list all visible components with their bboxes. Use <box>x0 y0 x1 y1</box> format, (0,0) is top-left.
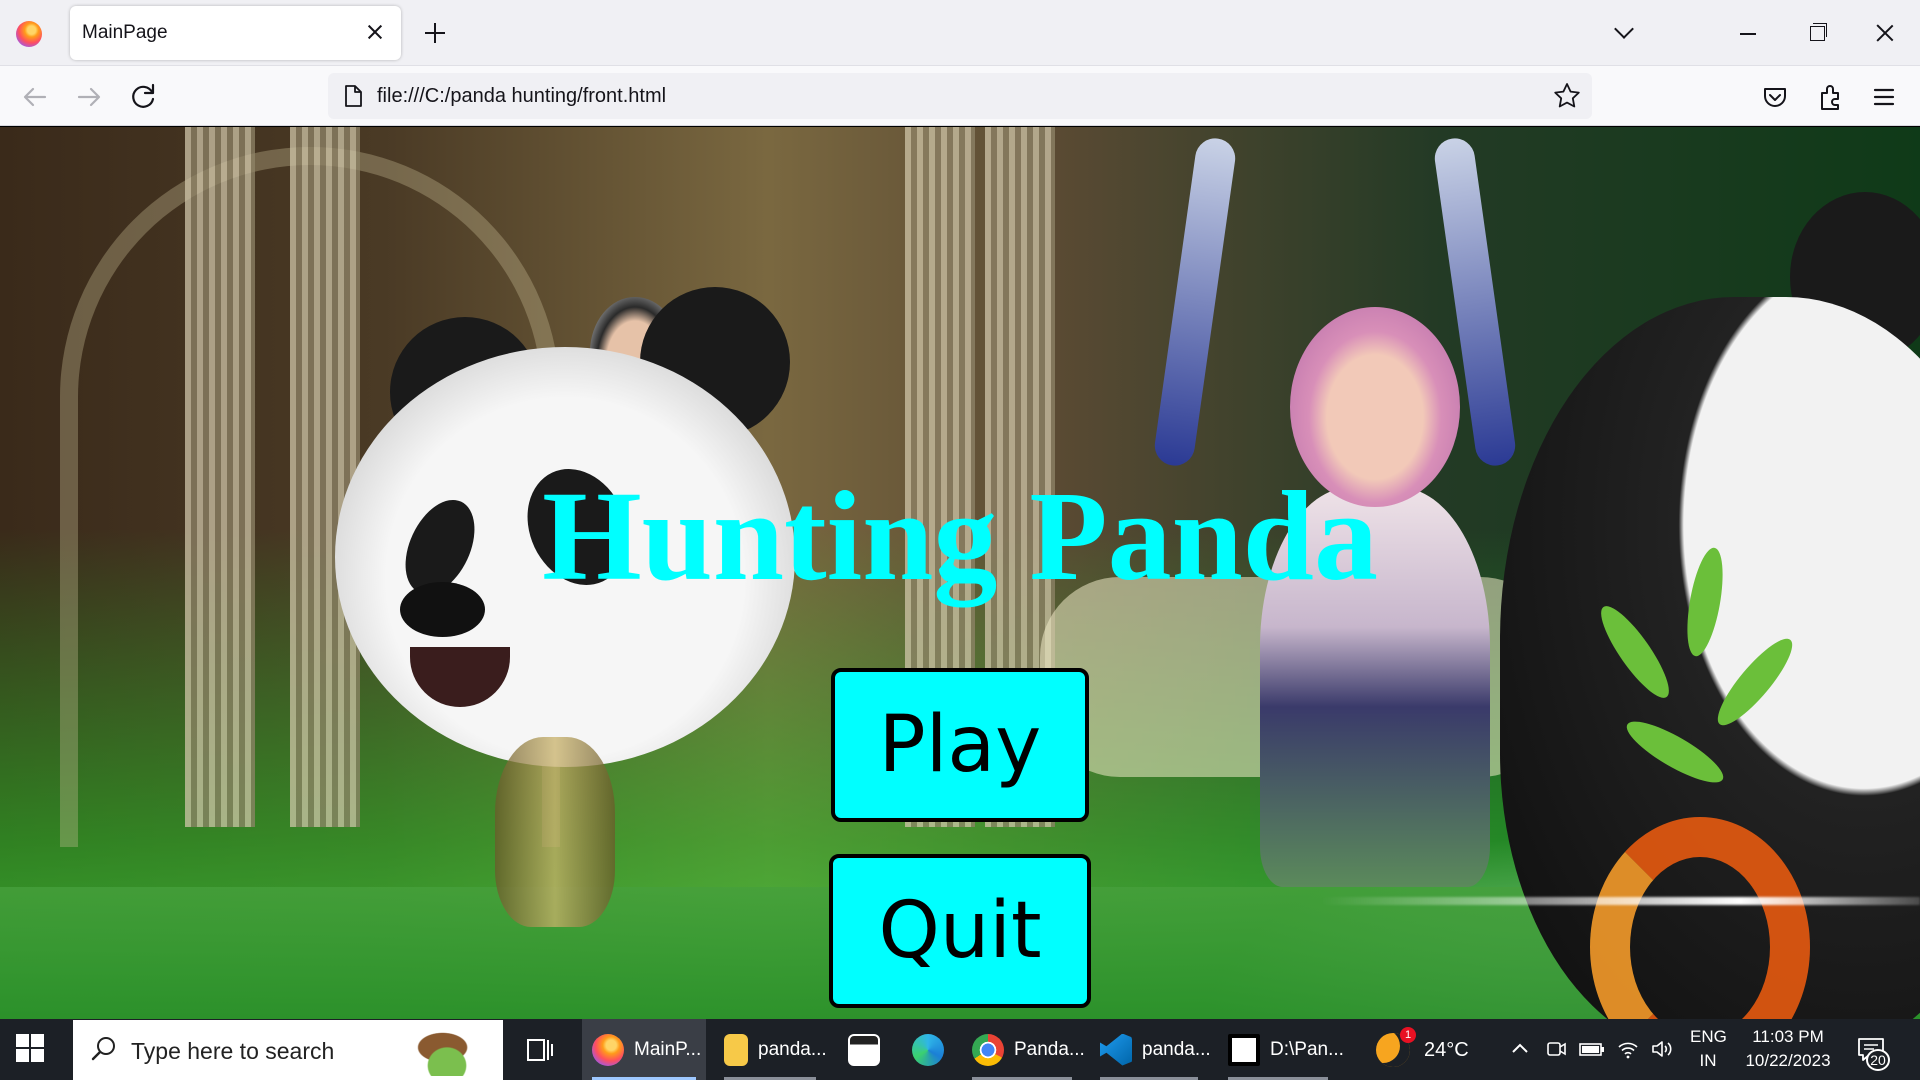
forward-arrow-icon[interactable] <box>72 80 106 114</box>
close-window-icon[interactable] <box>1868 16 1902 50</box>
back-arrow-icon[interactable] <box>18 80 52 114</box>
search-placeholder: Type here to search <box>131 1038 335 1064</box>
chrome-icon <box>972 1033 1004 1066</box>
bookmark-star-icon[interactable] <box>1552 81 1582 111</box>
game-main-page: Hunting Panda Play Quit <box>0 127 1920 1019</box>
input-language[interactable]: ENG IN <box>1690 1025 1727 1073</box>
new-tab-icon[interactable] <box>420 18 450 48</box>
taskbar-app-firefox[interactable]: MainP... <box>582 1019 706 1080</box>
extensions-icon[interactable] <box>1814 81 1846 113</box>
restore-window-icon[interactable] <box>1800 16 1834 50</box>
temperature: 24°C <box>1424 1038 1469 1061</box>
taskbar-app-7zip[interactable]: D:\Pan... <box>1218 1019 1344 1080</box>
tab-mainpage[interactable]: MainPage <box>70 6 401 60</box>
clapper-icon <box>848 1033 880 1066</box>
moon-icon: 1 <box>1376 1027 1416 1067</box>
quit-button[interactable]: Quit <box>829 854 1091 1008</box>
folder-icon <box>724 1033 748 1066</box>
taskbar-app-vscode[interactable]: panda... <box>1090 1019 1211 1080</box>
search-highlight-image <box>403 1024 491 1076</box>
taskbar-app-edge[interactable] <box>904 1019 954 1080</box>
windows-start-icon[interactable] <box>16 1034 46 1064</box>
hamburger-menu-icon[interactable] <box>1868 81 1900 113</box>
list-all-tabs-icon[interactable] <box>1610 18 1638 46</box>
page-icon <box>345 85 362 107</box>
system-clock[interactable]: 11:03 PM 10/22/2023 <box>1738 1025 1838 1073</box>
game-title: Hunting Panda <box>542 465 1378 607</box>
firefox-icon[interactable] <box>16 21 42 47</box>
reload-icon[interactable] <box>127 80 161 114</box>
taskbar-app-file-explorer[interactable]: panda... <box>714 1019 827 1080</box>
speaker-icon[interactable] <box>1650 1037 1674 1061</box>
minimize-window-icon[interactable] <box>1732 16 1766 50</box>
chevron-up-icon[interactable] <box>1508 1037 1532 1061</box>
taskbar-app-media[interactable] <box>840 1019 890 1080</box>
teapot <box>495 737 615 927</box>
url-text[interactable]: file:///C:/panda hunting/front.html <box>377 85 666 108</box>
taskbar-search-box[interactable]: Type here to search <box>73 1020 503 1080</box>
7zip-icon <box>1228 1033 1260 1066</box>
weather-widget[interactable]: 1 24°C <box>1376 1027 1469 1071</box>
navigation-toolbar: file:///C:/panda hunting/front.html <box>0 66 1920 126</box>
close-tab-icon[interactable] <box>361 18 389 46</box>
battery-icon[interactable] <box>1578 1037 1606 1061</box>
pocket-icon[interactable] <box>1759 81 1791 113</box>
meet-now-icon[interactable] <box>1544 1037 1568 1061</box>
notification-count: 20 <box>1866 1049 1890 1071</box>
taskbar-app-chrome[interactable]: Panda... <box>962 1019 1085 1080</box>
tab-title: MainPage <box>82 22 168 43</box>
edge-icon <box>912 1033 944 1066</box>
windows-taskbar: Type here to search MainP... panda... Pa… <box>0 1019 1920 1080</box>
address-bar[interactable]: file:///C:/panda hunting/front.html <box>328 73 1592 119</box>
firefox-icon <box>592 1033 624 1066</box>
task-view-icon[interactable] <box>520 1027 560 1073</box>
search-icon <box>91 1037 115 1061</box>
play-button[interactable]: Play <box>831 668 1089 822</box>
wifi-icon[interactable] <box>1616 1037 1640 1061</box>
weather-badge: 1 <box>1400 1027 1416 1043</box>
vscode-icon <box>1100 1033 1132 1066</box>
browser-tab-bar: MainPage <box>0 0 1920 66</box>
